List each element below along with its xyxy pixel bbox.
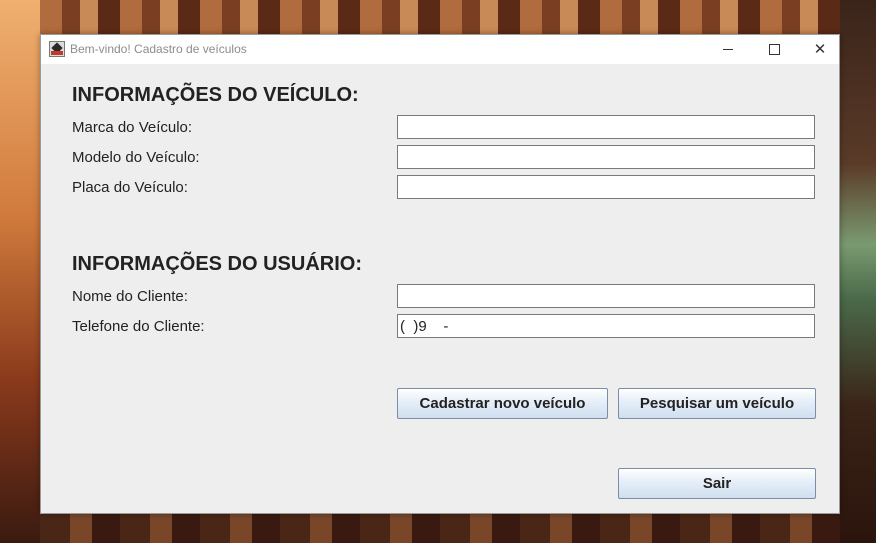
vehicle-info-heading: INFORMAÇÕES DO VEÍCULO: — [72, 84, 359, 106]
client-name-input[interactable] — [397, 284, 815, 308]
model-label: Modelo do Veículo: — [72, 149, 200, 166]
java-app-icon — [49, 41, 65, 57]
maximize-icon — [768, 44, 780, 55]
close-icon: ✕ — [813, 40, 827, 58]
desktop-background-bottom — [40, 514, 840, 543]
exit-button[interactable]: Sair — [618, 468, 816, 499]
minimize-button[interactable] — [705, 35, 751, 64]
maximize-button[interactable] — [751, 35, 797, 64]
user-info-heading: INFORMAÇÕES DO USUÁRIO: — [72, 253, 362, 275]
client-name-label: Nome do Cliente: — [72, 288, 188, 305]
window-title: Bem-vindo! Cadastro de veículos — [70, 42, 247, 56]
client-phone-input[interactable]: ( )9 - — [397, 314, 815, 338]
register-vehicle-button[interactable]: Cadastrar novo veículo — [397, 388, 608, 419]
close-button[interactable]: ✕ — [797, 35, 843, 64]
client-phone-label: Telefone do Cliente: — [72, 318, 205, 335]
model-input[interactable] — [397, 145, 815, 169]
desktop-background-left — [0, 0, 40, 543]
minimize-icon — [723, 49, 733, 50]
app-window: Bem-vindo! Cadastro de veículos ✕ INFORM… — [40, 34, 840, 514]
plate-input[interactable] — [397, 175, 815, 199]
desktop-background-top — [40, 0, 840, 34]
plate-label: Placa do Veículo: — [72, 179, 188, 196]
brand-label: Marca do Veículo: — [72, 119, 193, 136]
title-bar[interactable]: Bem-vindo! Cadastro de veículos ✕ — [41, 35, 839, 64]
search-vehicle-button[interactable]: Pesquisar um veículo — [618, 388, 816, 419]
desktop-background-right — [840, 0, 876, 543]
brand-input[interactable] — [397, 115, 815, 139]
